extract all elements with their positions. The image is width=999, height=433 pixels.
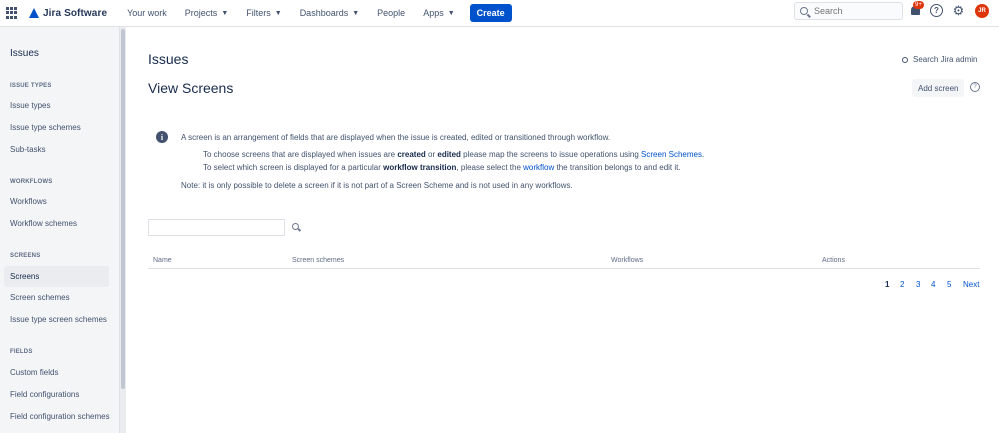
info-icon: i: [156, 131, 168, 143]
info-bold-edited: edited: [437, 150, 461, 159]
chevron-down-icon: ▼: [447, 9, 455, 17]
nav-dashboards-label: Dashboards: [299, 8, 349, 18]
help-icon[interactable]: ?: [970, 82, 980, 92]
info-screen-schemes-line: To choose screens that are displayed whe…: [203, 150, 704, 159]
jira-logo-icon: [29, 8, 39, 18]
nav-your-work[interactable]: Your work: [124, 3, 170, 23]
workflow-link[interactable]: workflow: [523, 163, 554, 172]
sidebar-item-workflow-schemes[interactable]: Workflow schemes: [4, 213, 109, 234]
nav-apps[interactable]: Apps ▼: [420, 3, 457, 23]
app-switcher-icon[interactable]: [6, 7, 18, 19]
screen-schemes-link[interactable]: Screen Schemes: [641, 150, 702, 159]
table-header-divider: [148, 268, 980, 269]
nav-your-work-label: Your work: [127, 8, 167, 18]
info-text: the transition belongs to and edit it.: [554, 163, 681, 172]
search-jira-admin-link[interactable]: Search Jira admin: [902, 55, 977, 64]
page-2[interactable]: 2: [900, 280, 904, 289]
nav-filters-label: Filters: [246, 8, 271, 18]
info-text: please map the screens to issue operatio…: [460, 150, 642, 159]
main-content: Issues Search Jira admin View Screens Ad…: [126, 27, 999, 433]
sidebar-group-heading: Workflows: [10, 179, 53, 185]
sidebar-item-custom-fields[interactable]: Custom fields: [4, 362, 109, 383]
sidebar-item-screens[interactable]: Screens: [4, 266, 109, 287]
page-title: Issues: [148, 51, 189, 67]
info-text: or: [425, 150, 438, 159]
search-input[interactable]: [814, 6, 899, 16]
sidebar-group-heading: Fields: [10, 349, 33, 355]
create-button[interactable]: Create: [469, 4, 512, 22]
sidebar-item-issue-type-screen-schemes[interactable]: Issue type screen schemes: [4, 309, 109, 330]
global-search[interactable]: [794, 2, 903, 20]
notification-count-badge: 9+: [913, 1, 924, 9]
sidebar-item-screen-schemes[interactable]: Screen schemes: [4, 287, 109, 308]
info-text: .: [701, 150, 705, 159]
search-icon: [800, 7, 808, 15]
admin-sidebar: Issues Issue types Issue types Issue typ…: [0, 27, 119, 433]
nav-projects-label: Projects: [184, 8, 218, 18]
page-3[interactable]: 3: [916, 280, 920, 289]
info-text: To select which screen is displayed for …: [203, 163, 384, 172]
column-header-name[interactable]: Name: [153, 257, 172, 264]
view-screens-heading: View Screens: [148, 80, 234, 96]
help-icon[interactable]: ?: [930, 4, 943, 17]
info-bold-created: created: [397, 150, 426, 159]
nav-projects[interactable]: Projects ▼: [182, 3, 231, 23]
sidebar-scrollbar[interactable]: [119, 27, 126, 433]
next-page-link[interactable]: Next: [963, 280, 979, 289]
column-header-workflows: Workflows: [611, 257, 644, 264]
chevron-down-icon: ▼: [274, 9, 282, 17]
add-screen-button[interactable]: Add screen: [912, 79, 965, 97]
sidebar-item-workflows[interactable]: Workflows: [4, 191, 109, 212]
info-text: To choose screens that are displayed whe…: [203, 150, 398, 159]
sidebar-group-heading: Issue types: [10, 83, 52, 89]
info-bold-workflow-transition: workflow transition: [383, 163, 457, 172]
column-header-screen-schemes: Screen schemes: [292, 257, 345, 264]
scrollbar-thumb[interactable]: [121, 29, 125, 389]
chevron-down-icon: ▼: [352, 9, 360, 17]
info-note: Note: it is only possible to delete a sc…: [181, 181, 573, 190]
info-workflow-line: To select which screen is displayed for …: [203, 163, 681, 172]
logo-text: Jira Software: [43, 7, 108, 19]
gear-icon[interactable]: ⚙: [952, 3, 965, 18]
sidebar-item-field-configuration-schemes[interactable]: Field configuration schemes: [4, 406, 110, 427]
sidebar-group-heading: Screens: [10, 253, 41, 259]
nav-people-label: People: [377, 8, 406, 18]
screen-filter-input[interactable]: [148, 219, 285, 236]
info-description: A screen is an arrangement of fields tha…: [181, 133, 611, 142]
chevron-down-icon: ▼: [221, 9, 229, 17]
sidebar-item-field-configurations[interactable]: Field configurations: [4, 384, 109, 405]
nav-apps-label: Apps: [423, 8, 444, 18]
page-4[interactable]: 4: [931, 280, 935, 289]
nav-dashboards[interactable]: Dashboards ▼: [297, 3, 362, 23]
nav-people[interactable]: People: [374, 3, 408, 23]
sidebar-title: Issues: [10, 48, 39, 59]
sidebar-item-sub-tasks[interactable]: Sub-tasks: [4, 139, 109, 160]
column-header-actions: Actions: [822, 257, 845, 264]
page-5[interactable]: 5: [947, 280, 951, 289]
jira-logo[interactable]: Jira Software: [29, 8, 107, 19]
avatar[interactable]: JR: [975, 4, 989, 18]
search-icon[interactable]: [292, 223, 299, 230]
sidebar-item-issue-type-schemes[interactable]: Issue type schemes: [4, 117, 109, 138]
info-text: , please select the: [456, 163, 524, 172]
search-jira-admin-label: Search Jira admin: [913, 55, 978, 64]
search-icon: [902, 56, 908, 63]
sidebar-item-issue-types[interactable]: Issue types: [4, 95, 109, 116]
page-1: 1: [885, 280, 890, 289]
nav-filters[interactable]: Filters ▼: [243, 3, 284, 23]
